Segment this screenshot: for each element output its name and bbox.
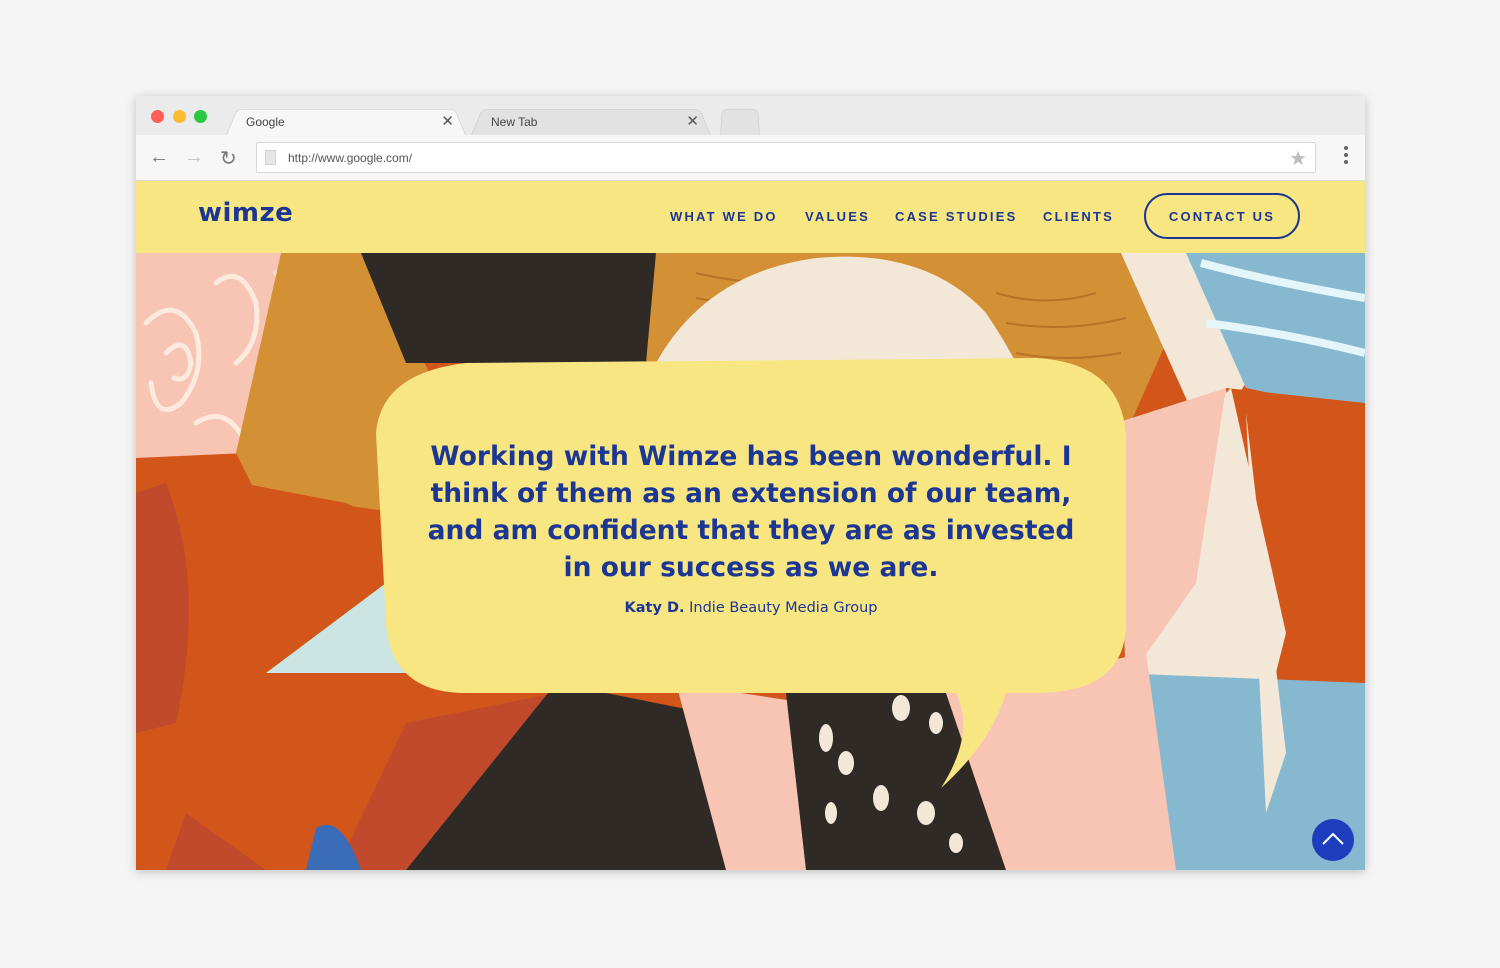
tab-label: Google — [246, 115, 285, 129]
tab-google[interactable]: Google ✕ — [226, 106, 466, 135]
minimize-window-button[interactable] — [173, 110, 186, 123]
nav-what-we-do[interactable]: WHAT WE DO — [670, 209, 778, 224]
close-window-button[interactable] — [151, 110, 164, 123]
scroll-to-top-button[interactable] — [1312, 819, 1354, 861]
new-tab-button[interactable] — [720, 106, 760, 135]
reload-icon[interactable]: ↻ — [220, 146, 237, 171]
testimonial-quote: Working with Wimze has been wonderful. I… — [427, 441, 1075, 583]
close-tab-icon[interactable]: ✕ — [686, 112, 699, 130]
back-arrow-icon[interactable]: ← — [149, 146, 169, 169]
contact-us-button[interactable]: CONTACT US — [1144, 193, 1300, 239]
browser-toolbar: ← → ↻ http://www.google.com/ ★ — [136, 135, 1365, 181]
tab-strip: Google ✕ New Tab ✕ — [136, 96, 1365, 135]
nav-case-studies[interactable]: CASE STUDIES — [895, 209, 1017, 224]
testimonial-attribution: Katy D. Indie Beauty Media Group — [426, 600, 1076, 616]
bookmark-star-icon[interactable]: ★ — [1289, 146, 1307, 171]
nav-clients[interactable]: CLIENTS — [1043, 209, 1114, 224]
nav-values[interactable]: VALUES — [805, 209, 870, 224]
address-bar[interactable]: http://www.google.com/ ★ — [256, 142, 1316, 173]
close-tab-icon[interactable]: ✕ — [441, 112, 454, 130]
testimonial-company: Indie Beauty Media Group — [689, 600, 878, 616]
forward-arrow-icon[interactable]: → — [184, 146, 204, 169]
url-text[interactable]: http://www.google.com/ — [288, 151, 412, 165]
browser-window: Google ✕ New Tab ✕ ← → ↻ http://www.goog… — [136, 96, 1365, 870]
site-header: wimze WHAT WE DO VALUES CASE STUDIES CLI… — [136, 181, 1365, 253]
tab-new-tab[interactable]: New Tab ✕ — [471, 106, 711, 135]
maximize-window-button[interactable] — [194, 110, 207, 123]
page-icon — [265, 150, 276, 165]
tab-label: New Tab — [491, 115, 538, 129]
chevron-up-icon — [1322, 832, 1344, 845]
wimze-logo[interactable]: wimze — [198, 198, 293, 228]
hero-section: Working with Wimze has been wonderful. I… — [136, 253, 1365, 870]
testimonial-author: Katy D. — [624, 600, 685, 616]
website-viewport: wimze WHAT WE DO VALUES CASE STUDIES CLI… — [136, 181, 1365, 870]
browser-menu-icon[interactable] — [1344, 146, 1348, 164]
